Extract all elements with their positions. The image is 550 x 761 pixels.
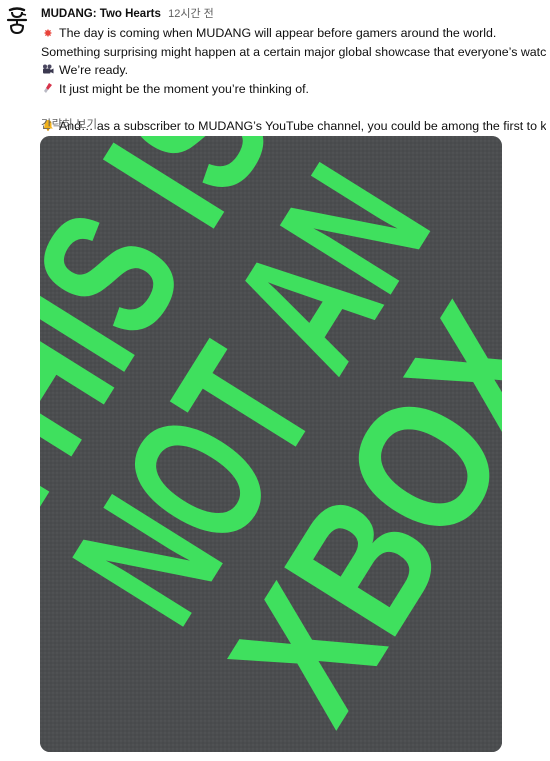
collision-icon: ✸ xyxy=(43,27,53,40)
post-text: ✸ The day is coming when MUDANG will appe… xyxy=(41,24,546,136)
show-less-link[interactable]: 간략히 보기 xyxy=(41,118,97,132)
shirt-photo: THIS IS NOT AN XBOX xyxy=(40,136,502,752)
post-timestamp[interactable]: 12시간 전 xyxy=(168,8,214,20)
post-line-3: We’re ready. xyxy=(41,61,546,80)
author-name[interactable]: MUDANG: Two Hearts xyxy=(41,8,161,20)
movie-camera-icon xyxy=(41,62,55,80)
post-line-4: It just might be the moment you’re think… xyxy=(41,80,546,99)
community-post: MUDANG: Two Hearts 12시간 전 ✸ The day is co… xyxy=(0,0,550,761)
channel-avatar[interactable] xyxy=(4,6,30,42)
lipstick-icon xyxy=(41,81,55,99)
post-line-2: Something surprising might happen at a c… xyxy=(41,44,546,59)
mudang-logo-icon xyxy=(6,7,28,35)
post-image[interactable]: THIS IS NOT AN XBOX xyxy=(40,136,502,752)
post-line-1: ✸ The day is coming when MUDANG will appe… xyxy=(41,24,546,43)
post-line-5: And… as a subscriber to MUDANG’s YouTube… xyxy=(41,117,546,136)
post-header: MUDANG: Two Hearts 12시간 전 xyxy=(41,7,214,21)
